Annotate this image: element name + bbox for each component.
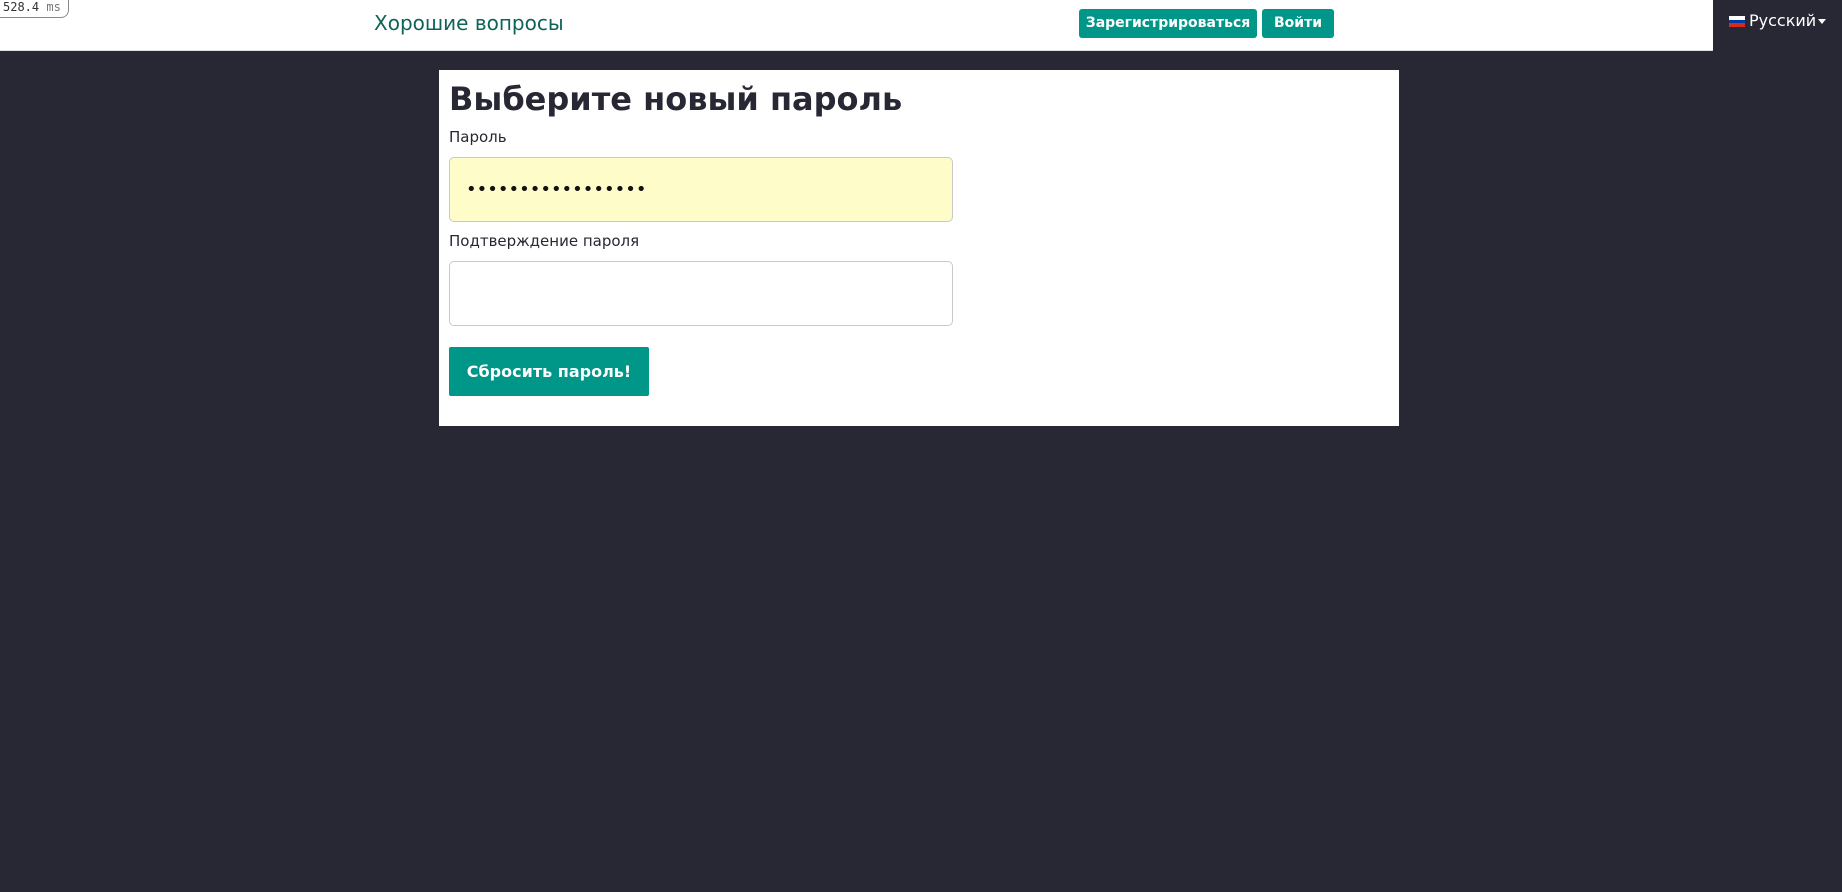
reset-password-card: Выберите новый пароль Пароль Подтвержден… bbox=[439, 70, 1399, 426]
timing-value: 528.4 bbox=[3, 0, 40, 14]
language-label: Русский bbox=[1749, 11, 1817, 30]
top-navbar: Хорошие вопросы Зарегистрироваться Войти bbox=[0, 0, 1713, 51]
password-label: Пароль bbox=[449, 128, 507, 146]
register-button[interactable]: Зарегистрироваться bbox=[1079, 9, 1257, 38]
confirm-password-field[interactable] bbox=[449, 261, 953, 326]
password-field[interactable] bbox=[449, 157, 953, 222]
confirm-password-label: Подтверждение пароля bbox=[449, 232, 640, 250]
reset-password-button[interactable]: Сбросить пароль! bbox=[449, 347, 649, 396]
page-title: Выберите новый пароль bbox=[449, 80, 903, 118]
brand-link[interactable]: Хорошие вопросы bbox=[374, 10, 564, 36]
timing-unit: ms bbox=[46, 0, 61, 14]
chevron-down-icon bbox=[1818, 19, 1826, 24]
login-button[interactable]: Войти bbox=[1262, 9, 1334, 38]
language-selector[interactable]: Русский bbox=[1713, 0, 1842, 50]
timing-badge: 528.4 ms bbox=[0, 0, 69, 18]
russia-flag-icon bbox=[1729, 16, 1745, 28]
